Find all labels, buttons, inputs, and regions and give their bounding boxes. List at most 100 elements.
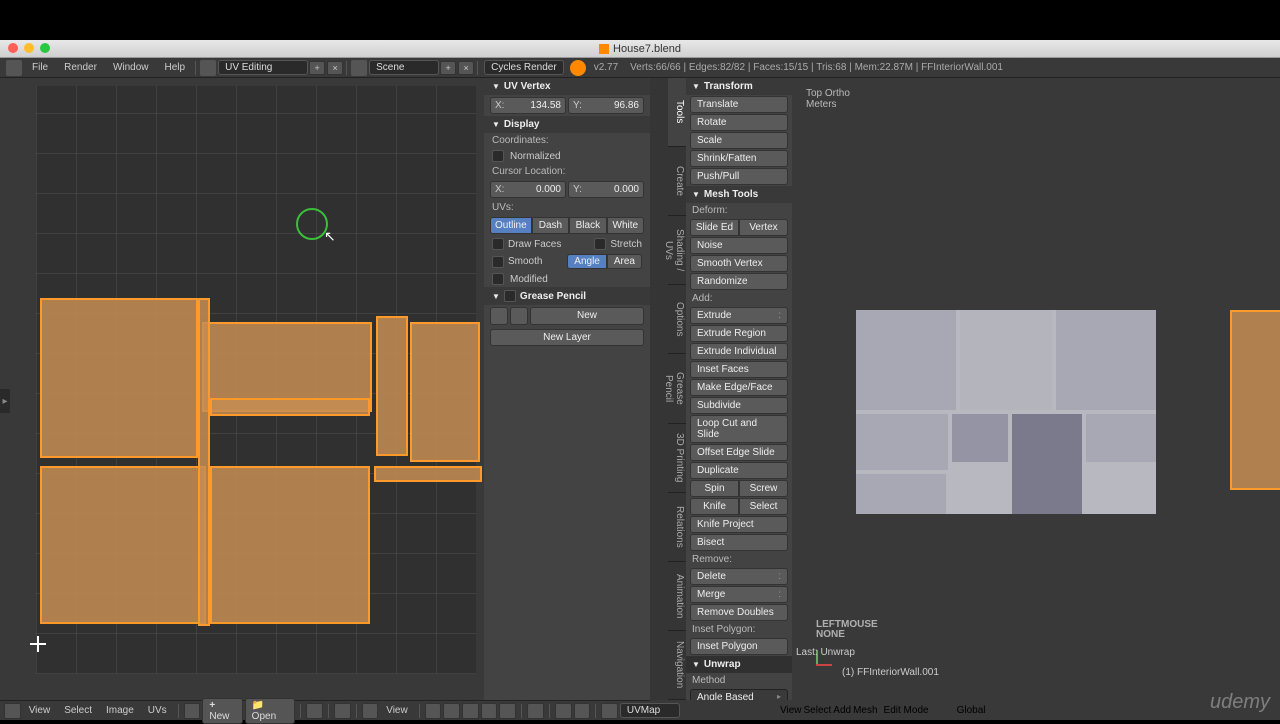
draw-faces-checkbox[interactable] bbox=[492, 238, 504, 250]
pivot-icon[interactable] bbox=[334, 703, 351, 719]
shrink-fatten-button[interactable]: Shrink/Fatten bbox=[690, 150, 788, 167]
make-edge-face-button[interactable]: Make Edge/Face bbox=[690, 379, 788, 396]
bisect-button[interactable]: Bisect bbox=[690, 534, 788, 551]
tab-navigation[interactable]: Navigation bbox=[668, 631, 686, 700]
stretch-angle[interactable]: Angle bbox=[567, 254, 607, 269]
uv-draw-black[interactable]: Black bbox=[569, 217, 606, 234]
scale-button[interactable]: Scale bbox=[690, 132, 788, 149]
sel-edge-icon[interactable] bbox=[462, 703, 479, 719]
menu-help[interactable]: Help bbox=[157, 60, 194, 75]
cursor-y[interactable]: Y:0.000 bbox=[568, 181, 644, 198]
uv-menu-image[interactable]: Image bbox=[100, 704, 140, 717]
view-text-right[interactable]: View bbox=[380, 704, 414, 717]
image-browse-icon[interactable] bbox=[184, 703, 201, 719]
tab-options[interactable]: Options bbox=[668, 285, 686, 354]
layout-add-button[interactable]: + bbox=[309, 61, 325, 75]
uv-image-editor[interactable]: ▸ ↖ bbox=[0, 78, 484, 700]
screw-button[interactable]: Screw bbox=[739, 480, 788, 497]
delete-button[interactable]: Delete bbox=[690, 568, 788, 585]
menu-window[interactable]: Window bbox=[105, 60, 157, 75]
v3d-menu-mesh[interactable]: Mesh bbox=[853, 705, 877, 716]
push-pull-button[interactable]: Push/Pull bbox=[690, 168, 788, 185]
uvmap-browse-icon[interactable] bbox=[601, 703, 618, 719]
uv-face[interactable] bbox=[210, 398, 370, 416]
render-engine-dropdown[interactable]: Cycles Render bbox=[484, 60, 564, 75]
maximize-window-button[interactable] bbox=[40, 43, 50, 53]
uv-menu-uvs[interactable]: UVs bbox=[142, 704, 173, 717]
cursor-x[interactable]: X:0.000 bbox=[490, 181, 566, 198]
uv-menu-view[interactable]: View bbox=[23, 704, 57, 717]
close-window-button[interactable] bbox=[8, 43, 18, 53]
uv-face[interactable] bbox=[210, 466, 370, 624]
tab-3d-printing[interactable]: 3D Printing bbox=[668, 424, 686, 493]
uv-vertex-y[interactable]: Y:96.86 bbox=[568, 97, 644, 114]
scene-icon[interactable] bbox=[351, 60, 367, 76]
tab-tools[interactable]: Tools bbox=[668, 78, 686, 147]
knife-select-button[interactable]: Select bbox=[739, 498, 788, 515]
uv-face[interactable] bbox=[376, 316, 408, 456]
sticky-sel-icon[interactable] bbox=[499, 703, 516, 719]
uv-face[interactable] bbox=[40, 466, 206, 624]
uv-draw-white[interactable]: White bbox=[607, 217, 644, 234]
extrude-button[interactable]: Extrude bbox=[690, 307, 788, 324]
scene-remove-button[interactable]: × bbox=[458, 61, 474, 75]
transform-header[interactable]: ▼Transform bbox=[686, 78, 792, 95]
scene-dropdown[interactable]: Scene bbox=[369, 60, 439, 75]
scene-add-button[interactable]: + bbox=[440, 61, 456, 75]
knife-button[interactable]: Knife bbox=[690, 498, 739, 515]
stretch-checkbox[interactable] bbox=[594, 238, 606, 250]
remove-doubles-button[interactable]: Remove Doubles bbox=[690, 604, 788, 621]
stretch-area[interactable]: Area bbox=[607, 254, 642, 269]
loop-cut-button[interactable]: Loop Cut and Slide bbox=[690, 415, 788, 443]
layout-dropdown[interactable]: UV Editing bbox=[218, 60, 308, 75]
smooth-vertex-button[interactable]: Smooth Vertex bbox=[690, 255, 788, 272]
normalized-checkbox[interactable] bbox=[492, 150, 504, 162]
uv-menu-select[interactable]: Select bbox=[58, 704, 98, 717]
tab-create[interactable]: Create bbox=[668, 147, 686, 216]
slide-edge-button[interactable]: Slide Ed bbox=[690, 219, 739, 236]
orientation-dropdown[interactable]: Global bbox=[957, 705, 1005, 716]
gp-brush-icon[interactable] bbox=[490, 307, 508, 325]
mesh-tools-header[interactable]: ▼Mesh Tools bbox=[686, 186, 792, 203]
v3d-menu-add[interactable]: Add bbox=[833, 705, 851, 716]
uv-editor-mode-icon[interactable] bbox=[362, 703, 379, 719]
uv-draw-dash[interactable]: Dash bbox=[532, 217, 569, 234]
slide-vertex-button[interactable]: Vertex bbox=[739, 219, 788, 236]
uv-draw-outline[interactable]: Outline bbox=[490, 217, 532, 234]
prop-edit-icon[interactable] bbox=[527, 703, 544, 719]
sync-selection-icon[interactable] bbox=[425, 703, 442, 719]
grease-pencil-header[interactable]: ▼Grease Pencil bbox=[484, 287, 650, 305]
menu-render[interactable]: Render bbox=[56, 60, 105, 75]
uv-tool-shelf-handle[interactable]: ▸ bbox=[0, 389, 10, 413]
pin-icon[interactable] bbox=[306, 703, 323, 719]
subdivide-button[interactable]: Subdivide bbox=[690, 397, 788, 414]
translate-button[interactable]: Translate bbox=[690, 96, 788, 113]
unwrap-method-dropdown[interactable]: Angle Based bbox=[690, 689, 788, 700]
layout-remove-button[interactable]: × bbox=[327, 61, 343, 75]
v3d-menu-select[interactable]: Select bbox=[804, 705, 832, 716]
menu-file[interactable]: File bbox=[24, 60, 56, 75]
unwrap-header[interactable]: ▼Unwrap bbox=[686, 656, 792, 673]
mode-dropdown[interactable]: Edit Mode bbox=[884, 705, 929, 716]
rotate-button[interactable]: Rotate bbox=[690, 114, 788, 131]
uv-face[interactable] bbox=[198, 298, 210, 626]
gp-new-button[interactable]: New bbox=[530, 307, 644, 325]
uv-editor-type-icon[interactable] bbox=[4, 703, 21, 719]
uvmap-dropdown[interactable]: UVMap bbox=[620, 703, 680, 718]
snap-target-icon[interactable] bbox=[574, 703, 591, 719]
minimize-window-button[interactable] bbox=[24, 43, 34, 53]
tab-grease-pencil[interactable]: Grease Pencil bbox=[668, 354, 686, 423]
merge-button[interactable]: Merge bbox=[690, 586, 788, 603]
tab-animation[interactable]: Animation bbox=[668, 562, 686, 631]
inset-faces-button[interactable]: Inset Faces bbox=[690, 361, 788, 378]
uv-face[interactable] bbox=[40, 298, 198, 458]
snap-icon[interactable] bbox=[555, 703, 572, 719]
display-header[interactable]: ▼Display bbox=[484, 116, 650, 133]
tab-shading-uvs[interactable]: Shading / UVs bbox=[668, 216, 686, 285]
randomize-button[interactable]: Randomize bbox=[690, 273, 788, 290]
sel-vert-icon[interactable] bbox=[443, 703, 460, 719]
uv-vertex-header[interactable]: ▼UV Vertex bbox=[484, 78, 650, 95]
extrude-individual-button[interactable]: Extrude Individual bbox=[690, 343, 788, 360]
uv-vertex-x[interactable]: X:134.58 bbox=[490, 97, 566, 114]
uv-face[interactable] bbox=[374, 466, 482, 482]
